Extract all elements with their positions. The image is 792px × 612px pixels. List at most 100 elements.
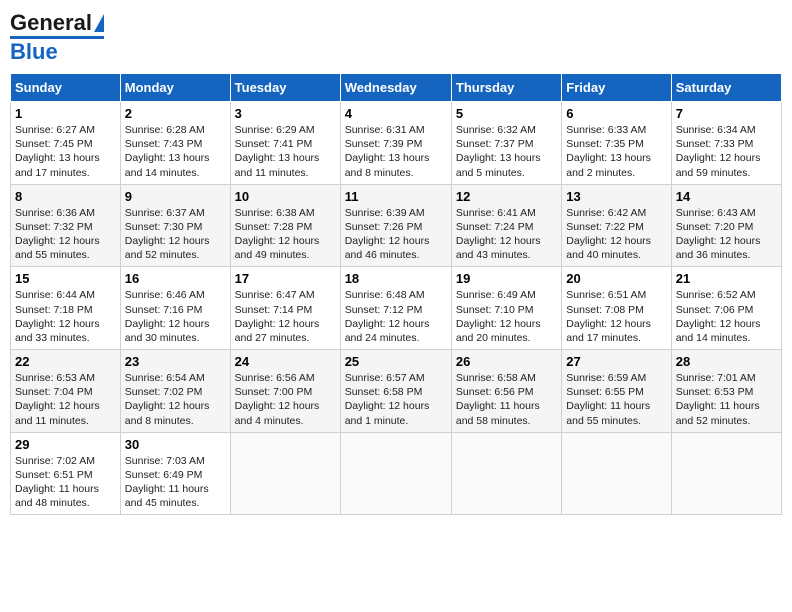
cell-info: Sunrise: 6:28 AMSunset: 7:43 PMDaylight:… xyxy=(125,123,226,180)
day-number: 30 xyxy=(125,437,226,452)
day-number: 21 xyxy=(676,271,777,286)
col-header-thursday: Thursday xyxy=(451,74,561,102)
day-number: 28 xyxy=(676,354,777,369)
day-number: 14 xyxy=(676,189,777,204)
day-number: 26 xyxy=(456,354,557,369)
week-row-4: 22Sunrise: 6:53 AMSunset: 7:04 PMDayligh… xyxy=(11,350,782,433)
cell-info: Sunrise: 6:56 AMSunset: 7:00 PMDaylight:… xyxy=(235,371,336,428)
calendar-cell: 15 Sunrise: 6:44 AMSunset: 7:18 PMDayligh… xyxy=(11,267,121,350)
calendar-cell: 4 Sunrise: 6:31 AMSunset: 7:39 PMDaylight… xyxy=(340,102,451,185)
day-number: 20 xyxy=(566,271,666,286)
day-number: 6 xyxy=(566,106,666,121)
calendar-cell: 2 Sunrise: 6:28 AMSunset: 7:43 PMDaylight… xyxy=(120,102,230,185)
calendar-cell: 5 Sunrise: 6:32 AMSunset: 7:37 PMDaylight… xyxy=(451,102,561,185)
calendar-cell xyxy=(562,432,671,515)
day-number: 3 xyxy=(235,106,336,121)
calendar-cell: 26 Sunrise: 6:58 AMSunset: 6:56 PMDayligh… xyxy=(451,350,561,433)
cell-info: Sunrise: 6:27 AMSunset: 7:45 PMDaylight:… xyxy=(15,123,116,180)
cell-info: Sunrise: 6:36 AMSunset: 7:32 PMDaylight:… xyxy=(15,206,116,263)
cell-info: Sunrise: 6:47 AMSunset: 7:14 PMDaylight:… xyxy=(235,288,336,345)
day-number: 16 xyxy=(125,271,226,286)
page-header: General Blue xyxy=(10,10,782,65)
day-number: 8 xyxy=(15,189,116,204)
calendar-cell: 12Sunrise: 6:41 AMSunset: 7:24 PMDayligh… xyxy=(451,184,561,267)
calendar-cell: 9 Sunrise: 6:37 AMSunset: 7:30 PMDaylight… xyxy=(120,184,230,267)
week-row-2: 8 Sunrise: 6:36 AMSunset: 7:32 PMDaylight… xyxy=(11,184,782,267)
col-header-saturday: Saturday xyxy=(671,74,781,102)
day-number: 10 xyxy=(235,189,336,204)
day-number: 1 xyxy=(15,106,116,121)
cell-info: Sunrise: 6:49 AMSunset: 7:10 PMDaylight:… xyxy=(456,288,557,345)
day-number: 19 xyxy=(456,271,557,286)
cell-info: Sunrise: 6:42 AMSunset: 7:22 PMDaylight:… xyxy=(566,206,666,263)
calendar-cell: 19 Sunrise: 6:49 AMSunset: 7:10 PMDayligh… xyxy=(451,267,561,350)
week-row-1: 1 Sunrise: 6:27 AMSunset: 7:45 PMDaylight… xyxy=(11,102,782,185)
day-number: 18 xyxy=(345,271,447,286)
day-number: 29 xyxy=(15,437,116,452)
week-row-5: 29Sunrise: 7:02 AMSunset: 6:51 PMDayligh… xyxy=(11,432,782,515)
calendar-cell: 21 Sunrise: 6:52 AMSunset: 7:06 PMDayligh… xyxy=(671,267,781,350)
day-number: 12 xyxy=(456,189,557,204)
calendar-cell xyxy=(340,432,451,515)
day-number: 13 xyxy=(566,189,666,204)
calendar-cell: 29Sunrise: 7:02 AMSunset: 6:51 PMDayligh… xyxy=(11,432,121,515)
cell-info: Sunrise: 6:37 AMSunset: 7:30 PMDaylight:… xyxy=(125,206,226,263)
calendar-cell: 7Sunrise: 6:34 AMSunset: 7:33 PMDaylight… xyxy=(671,102,781,185)
cell-info: Sunrise: 6:29 AMSunset: 7:41 PMDaylight:… xyxy=(235,123,336,180)
day-number: 2 xyxy=(125,106,226,121)
calendar-cell: 27Sunrise: 6:59 AMSunset: 6:55 PMDayligh… xyxy=(562,350,671,433)
cell-info: Sunrise: 6:52 AMSunset: 7:06 PMDaylight:… xyxy=(676,288,777,345)
col-header-tuesday: Tuesday xyxy=(230,74,340,102)
cell-info: Sunrise: 6:33 AMSunset: 7:35 PMDaylight:… xyxy=(566,123,666,180)
day-number: 7 xyxy=(676,106,777,121)
cell-info: Sunrise: 6:38 AMSunset: 7:28 PMDaylight:… xyxy=(235,206,336,263)
cell-info: Sunrise: 6:53 AMSunset: 7:04 PMDaylight:… xyxy=(15,371,116,428)
calendar-cell: 28 Sunrise: 7:01 AMSunset: 6:53 PMDayligh… xyxy=(671,350,781,433)
day-number: 17 xyxy=(235,271,336,286)
cell-info: Sunrise: 6:58 AMSunset: 6:56 PMDaylight:… xyxy=(456,371,557,428)
calendar-cell: 13 Sunrise: 6:42 AMSunset: 7:22 PMDayligh… xyxy=(562,184,671,267)
day-number: 11 xyxy=(345,189,447,204)
calendar-cell: 24 Sunrise: 6:56 AMSunset: 7:00 PMDayligh… xyxy=(230,350,340,433)
day-number: 15 xyxy=(15,271,116,286)
cell-info: Sunrise: 6:31 AMSunset: 7:39 PMDaylight:… xyxy=(345,123,447,180)
calendar-cell: 17 Sunrise: 6:47 AMSunset: 7:14 PMDayligh… xyxy=(230,267,340,350)
logo-blue: Blue xyxy=(10,39,58,64)
day-number: 23 xyxy=(125,354,226,369)
week-row-3: 15 Sunrise: 6:44 AMSunset: 7:18 PMDayligh… xyxy=(11,267,782,350)
cell-info: Sunrise: 6:39 AMSunset: 7:26 PMDaylight:… xyxy=(345,206,447,263)
calendar-cell xyxy=(451,432,561,515)
day-number: 9 xyxy=(125,189,226,204)
calendar-cell: 20 Sunrise: 6:51 AMSunset: 7:08 PMDayligh… xyxy=(562,267,671,350)
day-number: 4 xyxy=(345,106,447,121)
col-header-monday: Monday xyxy=(120,74,230,102)
day-number: 25 xyxy=(345,354,447,369)
day-number: 24 xyxy=(235,354,336,369)
cell-info: Sunrise: 6:54 AMSunset: 7:02 PMDaylight:… xyxy=(125,371,226,428)
logo-general: General xyxy=(10,10,92,36)
cell-info: Sunrise: 6:43 AMSunset: 7:20 PMDaylight:… xyxy=(676,206,777,263)
calendar-body: 1 Sunrise: 6:27 AMSunset: 7:45 PMDaylight… xyxy=(11,102,782,515)
cell-info: Sunrise: 6:51 AMSunset: 7:08 PMDaylight:… xyxy=(566,288,666,345)
calendar-cell: 8 Sunrise: 6:36 AMSunset: 7:32 PMDaylight… xyxy=(11,184,121,267)
cell-info: Sunrise: 7:03 AMSunset: 6:49 PMDaylight:… xyxy=(125,454,226,511)
col-header-wednesday: Wednesday xyxy=(340,74,451,102)
day-number: 27 xyxy=(566,354,666,369)
calendar-cell: 30 Sunrise: 7:03 AMSunset: 6:49 PMDayligh… xyxy=(120,432,230,515)
logo: General Blue xyxy=(10,10,104,65)
calendar-cell: 1 Sunrise: 6:27 AMSunset: 7:45 PMDaylight… xyxy=(11,102,121,185)
cell-info: Sunrise: 6:32 AMSunset: 7:37 PMDaylight:… xyxy=(456,123,557,180)
cell-info: Sunrise: 6:57 AMSunset: 6:58 PMDaylight:… xyxy=(345,371,447,428)
day-number: 5 xyxy=(456,106,557,121)
calendar-cell: 11 Sunrise: 6:39 AMSunset: 7:26 PMDayligh… xyxy=(340,184,451,267)
calendar-cell: 16Sunrise: 6:46 AMSunset: 7:16 PMDayligh… xyxy=(120,267,230,350)
calendar-table: SundayMondayTuesdayWednesdayThursdayFrid… xyxy=(10,73,782,515)
calendar-cell: 23 Sunrise: 6:54 AMSunset: 7:02 PMDayligh… xyxy=(120,350,230,433)
calendar-cell: 6 Sunrise: 6:33 AMSunset: 7:35 PMDaylight… xyxy=(562,102,671,185)
cell-info: Sunrise: 7:01 AMSunset: 6:53 PMDaylight:… xyxy=(676,371,777,428)
calendar-cell: 3 Sunrise: 6:29 AMSunset: 7:41 PMDaylight… xyxy=(230,102,340,185)
calendar-cell: 14 Sunrise: 6:43 AMSunset: 7:20 PMDayligh… xyxy=(671,184,781,267)
calendar-cell: 25 Sunrise: 6:57 AMSunset: 6:58 PMDayligh… xyxy=(340,350,451,433)
cell-info: Sunrise: 6:48 AMSunset: 7:12 PMDaylight:… xyxy=(345,288,447,345)
cell-info: Sunrise: 6:44 AMSunset: 7:18 PMDaylight:… xyxy=(15,288,116,345)
